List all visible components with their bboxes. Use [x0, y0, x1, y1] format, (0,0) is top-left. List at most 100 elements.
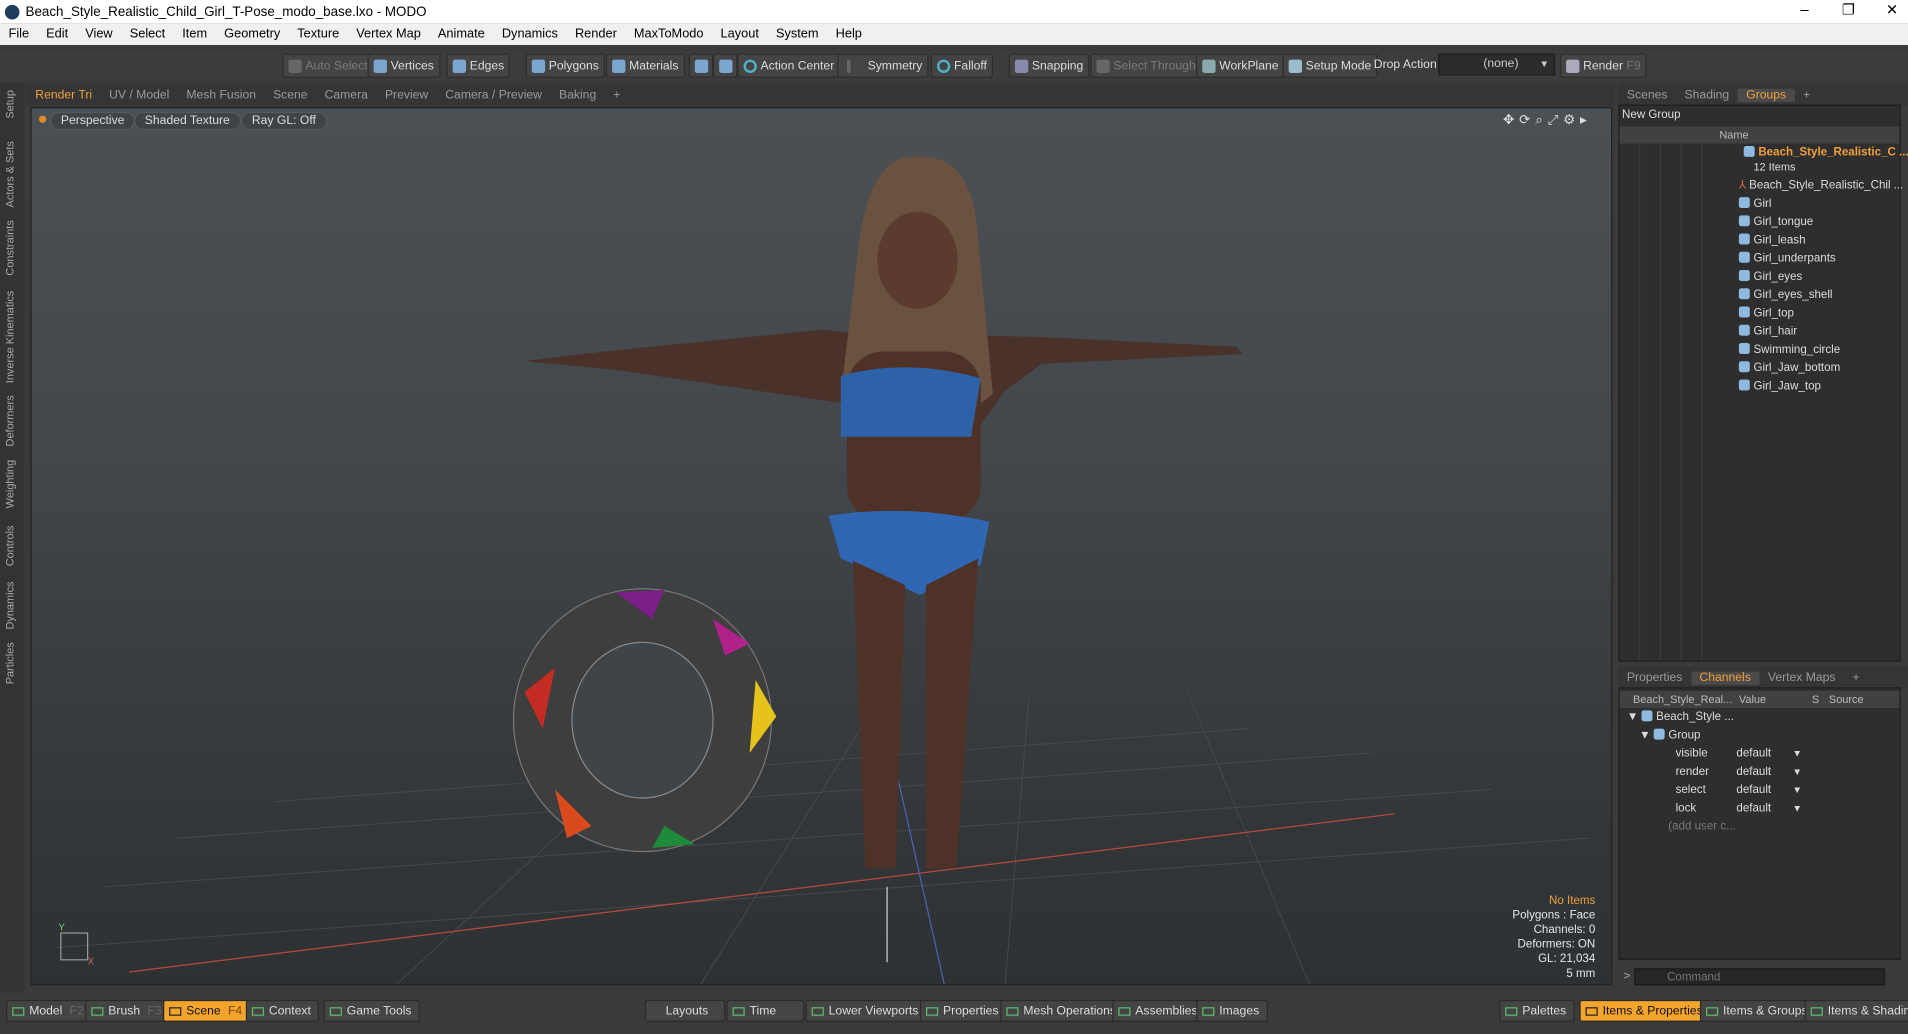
select-mode-button-1[interactable]: [688, 53, 714, 78]
channel-value[interactable]: default: [1736, 799, 1771, 817]
menu-vertex-map[interactable]: Vertex Map: [348, 27, 430, 42]
tab-vertex-maps[interactable]: Vertex Maps: [1759, 671, 1844, 684]
select-mode-button-2[interactable]: [713, 53, 738, 78]
add-props-tab[interactable]: +: [1844, 671, 1868, 684]
tab-render-tri[interactable]: Render Tri: [27, 88, 101, 101]
tab-shading[interactable]: Shading: [1676, 88, 1738, 101]
brush-layout-button[interactable]: Brush F3: [85, 999, 171, 1022]
tab-deformers[interactable]: Deformers: [4, 395, 16, 446]
context-layout-button[interactable]: Context: [245, 999, 320, 1022]
tab-dynamics[interactable]: Dynamics: [4, 581, 16, 629]
3d-viewport[interactable]: Perspective Shaded Texture Ray GL: Off ✥…: [30, 107, 1613, 986]
scene-layout-button[interactable]: Scene F4: [163, 999, 251, 1022]
workplane-button[interactable]: WorkPlane: [1196, 53, 1285, 78]
add-tab-button[interactable]: +: [605, 88, 629, 101]
time-button[interactable]: Time: [726, 999, 805, 1022]
list-item[interactable]: Girl: [1620, 195, 1900, 213]
menu-file[interactable]: File: [0, 27, 38, 42]
list-item[interactable]: Girl_eyes_shell: [1620, 286, 1900, 304]
tab-setup[interactable]: Setup: [4, 90, 16, 119]
edges-button[interactable]: Edges: [446, 53, 511, 78]
lower-viewports-button[interactable]: Lower Viewports: [805, 999, 927, 1022]
drop-action-select[interactable]: (none) ▼: [1438, 53, 1556, 76]
items-properties-button[interactable]: Items & Properties: [1579, 999, 1712, 1022]
channel-group-row[interactable]: ▼ Group: [1620, 726, 1900, 744]
restore-button[interactable]: ❐: [1826, 0, 1870, 23]
list-item[interactable]: Girl_tongue: [1620, 213, 1900, 231]
tab-inverse-kinematics[interactable]: Inverse Kinematics: [4, 291, 16, 383]
palettes-button[interactable]: Palettes: [1499, 999, 1575, 1022]
snapping-button[interactable]: Snapping: [1008, 53, 1090, 78]
list-item[interactable]: Girl_eyes: [1620, 268, 1900, 286]
menu-animate[interactable]: Animate: [429, 27, 493, 42]
chevron-down-icon[interactable]: ▼: [1792, 763, 1802, 781]
list-item[interactable]: Girl_Jaw_top: [1620, 377, 1900, 395]
channel-row[interactable]: render default ▼: [1620, 763, 1900, 781]
tab-scenes[interactable]: Scenes: [1618, 88, 1676, 101]
assemblies-button[interactable]: Assemblies: [1112, 999, 1207, 1022]
list-item[interactable]: Girl_top: [1620, 304, 1900, 322]
polygons-button[interactable]: Polygons: [525, 53, 605, 78]
tab-actors-sets[interactable]: Actors & Sets: [4, 141, 16, 207]
close-button[interactable]: ✕: [1870, 0, 1908, 23]
game-tools-layout-button[interactable]: Game Tools: [323, 999, 421, 1022]
list-item[interactable]: Girl_Jaw_bottom: [1620, 359, 1900, 377]
tab-particles[interactable]: Particles: [4, 642, 16, 684]
materials-button[interactable]: Materials: [605, 53, 685, 78]
menu-view[interactable]: View: [77, 27, 122, 42]
tab-weighting[interactable]: Weighting: [4, 460, 16, 508]
render-button[interactable]: Render F9: [1559, 53, 1647, 78]
chevron-down-icon[interactable]: ▼: [1792, 781, 1802, 799]
menu-maxtomodo[interactable]: MaxToModo: [625, 27, 712, 42]
list-item[interactable]: Girl_underpants: [1620, 249, 1900, 267]
tab-uv-model[interactable]: UV / Model: [101, 88, 178, 101]
items-groups-button[interactable]: Items & Groups: [1699, 999, 1817, 1022]
channel-value[interactable]: default: [1736, 763, 1771, 781]
menu-texture[interactable]: Texture: [289, 27, 348, 42]
tab-baking[interactable]: Baking: [550, 88, 604, 101]
new-group-button[interactable]: New Group: [1622, 108, 1680, 121]
channel-value[interactable]: default: [1736, 781, 1771, 799]
tab-scene[interactable]: Scene: [265, 88, 317, 101]
menu-system[interactable]: System: [767, 27, 827, 42]
menu-render[interactable]: Render: [566, 27, 625, 42]
tab-mesh-fusion[interactable]: Mesh Fusion: [178, 88, 265, 101]
tab-camera-preview[interactable]: Camera / Preview: [437, 88, 551, 101]
tab-properties[interactable]: Properties: [1618, 671, 1690, 684]
channel-item-row[interactable]: ▼ Beach_Style ...: [1620, 708, 1900, 726]
tab-controls[interactable]: Controls: [4, 526, 16, 567]
chevron-down-icon[interactable]: ▼: [1792, 744, 1802, 762]
list-item[interactable]: ⅄ Beach_Style_Realistic_Chil ...: [1620, 176, 1904, 194]
menu-geometry[interactable]: Geometry: [216, 27, 289, 42]
command-input[interactable]: [1634, 968, 1885, 986]
list-item[interactable]: Swimming_circle: [1620, 341, 1900, 359]
add-user-channel[interactable]: (add user c...: [1620, 817, 1900, 835]
auto-select-button[interactable]: Auto Select: [282, 53, 374, 78]
vertices-button[interactable]: Vertices: [367, 53, 440, 78]
action-center-button[interactable]: Action Center: [737, 53, 841, 78]
list-item[interactable]: Girl_leash: [1620, 231, 1900, 249]
tab-camera[interactable]: Camera: [316, 88, 376, 101]
tab-preview[interactable]: Preview: [376, 88, 436, 101]
channel-row[interactable]: visible default ▼: [1620, 744, 1900, 762]
menu-item[interactable]: Item: [174, 27, 216, 42]
add-panel-tab[interactable]: +: [1795, 88, 1819, 101]
mesh-operations-button[interactable]: Mesh Operations: [1000, 999, 1125, 1022]
channel-value[interactable]: default: [1736, 744, 1771, 762]
model-layout-button[interactable]: Model F2: [6, 999, 93, 1022]
tab-channels[interactable]: Channels: [1690, 670, 1760, 685]
menu-edit[interactable]: Edit: [38, 27, 77, 42]
menu-layout[interactable]: Layout: [712, 27, 767, 42]
menu-dynamics[interactable]: Dynamics: [493, 27, 566, 42]
images-button[interactable]: Images: [1196, 999, 1268, 1022]
channel-row[interactable]: select default ▼: [1620, 781, 1900, 799]
channel-row[interactable]: lock default ▼: [1620, 799, 1900, 817]
tab-constraints[interactable]: Constraints: [4, 220, 16, 275]
chevron-down-icon[interactable]: ▼: [1792, 799, 1802, 817]
menu-select[interactable]: Select: [121, 27, 174, 42]
falloff-button[interactable]: Falloff: [930, 53, 994, 78]
tab-groups[interactable]: Groups: [1737, 88, 1795, 102]
symmetry-button[interactable]: Symmetry: [837, 53, 929, 78]
list-item[interactable]: Girl_hair: [1620, 322, 1900, 340]
properties-button[interactable]: Properties: [919, 999, 1008, 1022]
